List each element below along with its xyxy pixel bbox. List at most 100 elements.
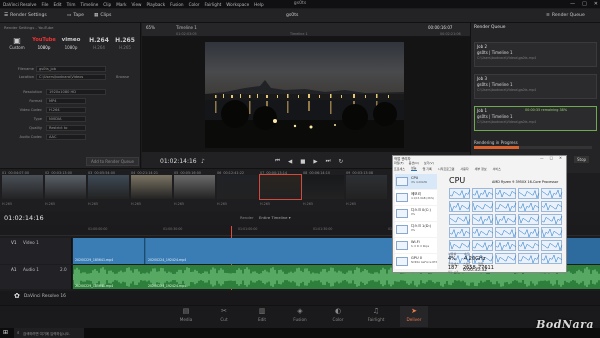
render-job[interactable]: Job 2 gs0ts | Timeline 1 C:\Users\bodnar… — [474, 42, 597, 67]
loop-icon[interactable]: ↻ — [339, 159, 344, 165]
performance-item[interactable]: 디스크 0(C:) 0% — [395, 206, 437, 221]
preset-h264[interactable]: H.264 H.264 — [86, 36, 112, 58]
render-settings-button[interactable]: ☰ Render Settings — [4, 11, 47, 20]
clip-thumbnail[interactable] — [88, 175, 129, 199]
play-reverse-icon[interactable]: ◀ — [288, 159, 292, 165]
cpu-core-graph — [472, 227, 494, 238]
add-to-render-queue-button[interactable]: Add to Render Queue — [86, 157, 139, 166]
menu-item[interactable]: File — [41, 2, 48, 7]
tab-cut[interactable]: ✂ Cut — [210, 306, 238, 327]
menu-item[interactable]: 파일(F) — [394, 161, 404, 165]
tab-services[interactable]: 서비스 — [493, 167, 501, 171]
field-label: Type — [33, 117, 42, 121]
menu-item[interactable]: DaVinci Resolve — [3, 2, 36, 7]
performance-item[interactable]: CPU 4% 4.20GHz — [395, 174, 437, 189]
minimize-button[interactable]: — — [570, 1, 575, 7]
performance-item[interactable]: GPU 0NVIDIA GeForce RTX 3% (45°C) — [395, 254, 437, 269]
tab-performance[interactable]: 성능 — [411, 166, 417, 171]
filename-input[interactable]: gs0ts_job — [36, 66, 106, 72]
menu-item[interactable]: Color — [189, 2, 200, 7]
codec-select[interactable]: H.264 — [46, 107, 86, 113]
stop-icon[interactable]: ■ — [300, 159, 305, 165]
location-input[interactable]: C:\Users\bodnara\Videos — [36, 74, 106, 80]
clip-thumbnail[interactable] — [2, 175, 43, 199]
preset-youtube[interactable]: YouTube 1080p — [31, 36, 57, 58]
preset-h265[interactable]: H.265 H.265 — [112, 36, 138, 58]
cpu-core-graph — [541, 201, 563, 212]
tab-media[interactable]: ▤ Media — [172, 306, 200, 327]
clip-thumbnail[interactable] — [45, 175, 86, 199]
source-select[interactable]: Timeline 1 — [176, 25, 197, 30]
close-button[interactable]: ✕ — [594, 1, 598, 7]
menu-item[interactable]: Workspace — [226, 2, 249, 7]
cpu-model: AMD Ryzen 9 3950X 16-Core Processor — [492, 180, 559, 184]
quality-select[interactable]: Restrict to — [46, 125, 86, 131]
track-badge: A1 — [11, 267, 17, 272]
preset-vimeo[interactable]: vimeo 1080p — [58, 36, 84, 58]
skip-forward-icon[interactable]: ⏭ — [326, 158, 331, 165]
clip-thumbnail[interactable] — [303, 175, 344, 199]
clip-thumbnail[interactable] — [131, 175, 172, 199]
clip-thumbnail[interactable] — [174, 175, 215, 199]
cpu-core-graph — [518, 214, 540, 225]
menu-item[interactable]: Playback — [146, 2, 165, 7]
encoder-select[interactable]: NVIDIA — [46, 116, 86, 122]
menu-item[interactable]: Fusion — [170, 2, 183, 7]
tab-app-history[interactable]: 앱 기록 — [423, 167, 432, 171]
preset-custom[interactable]: ▣ Custom — [4, 36, 30, 58]
performance-item[interactable]: 디스크 1(D:) 0% — [395, 222, 437, 237]
menu-item[interactable]: Clip — [103, 2, 111, 7]
menu-item[interactable]: Trim — [67, 2, 76, 7]
zoom-select[interactable]: 65% — [146, 25, 155, 30]
tab-users[interactable]: 사용자 — [460, 167, 468, 171]
clip-thumbnail[interactable] — [346, 175, 387, 199]
volume-icon[interactable]: ♪ — [201, 158, 205, 165]
tab-fusion[interactable]: ◈ Fusion — [286, 306, 314, 327]
play-icon[interactable]: ▶ — [313, 159, 317, 165]
audio-codec-select[interactable]: AAC — [46, 134, 86, 140]
menu-item[interactable]: 옵션(O) — [409, 161, 419, 165]
maximize-button[interactable]: □ — [550, 156, 553, 160]
davinci-logo-icon: ✿ — [14, 292, 20, 300]
tab-processes[interactable]: 프로세스 — [394, 167, 405, 171]
tab-details[interactable]: 세부 정보 — [475, 167, 487, 171]
menu-item[interactable]: Fairlight — [205, 2, 222, 7]
minimize-button[interactable]: — — [540, 156, 544, 160]
format-select[interactable]: MP4 — [46, 98, 86, 104]
cpu-core-graph — [472, 188, 494, 199]
browse-button[interactable]: Browse — [116, 75, 129, 79]
menu-item[interactable]: Edit — [53, 2, 61, 7]
video-clip[interactable]: 20200229_185641.mp4 — [73, 238, 145, 264]
media-page-icon: ▤ — [182, 307, 190, 315]
cpu-core-graph — [541, 227, 563, 238]
tab-color[interactable]: ◐ Color — [324, 306, 352, 327]
tab-startup[interactable]: 시작프로그램 — [438, 167, 455, 171]
menu-item[interactable]: View — [132, 2, 142, 7]
tape-button[interactable]: ▭ Tape — [67, 11, 84, 20]
render-range-select[interactable]: Entire Timeline ▾ — [259, 215, 291, 220]
render-queue-toggle[interactable]: ≡ Render Queue — [546, 11, 585, 20]
clips-button[interactable]: ▦ Clips — [94, 11, 111, 20]
close-button[interactable]: ✕ — [559, 156, 562, 160]
tab-edit[interactable]: ▥ Edit — [248, 306, 276, 327]
performance-item[interactable]: 메모리 4.1/15.9GB (26%) — [395, 190, 437, 205]
resolution-select[interactable]: 1920x1080 HD — [46, 89, 106, 95]
clip-thumbnail[interactable] — [217, 175, 258, 199]
stop-render-button[interactable]: Stop — [574, 156, 590, 163]
tab-deliver[interactable]: ➤ Deliver — [400, 306, 428, 327]
performance-item[interactable]: Wi-Fi S: 0 R: 0 Kbps — [395, 238, 437, 253]
menu-item[interactable]: 보기(V) — [424, 161, 434, 165]
duration-timecode: 00:00:16:07 — [428, 25, 453, 30]
ruler-tick-label: 01:00:30:00 — [163, 227, 183, 231]
menu-item[interactable]: Timeline — [80, 2, 98, 7]
render-job[interactable]: Job 3 gs0ts | Timeline 1 C:\Users\bodnar… — [474, 74, 597, 99]
tape-icon: ▭ — [67, 13, 72, 18]
clip-thumbnail[interactable] — [259, 174, 302, 200]
menu-item[interactable]: Mark — [116, 2, 126, 7]
maximize-button[interactable]: □ — [582, 1, 587, 7]
taskbar-search[interactable]: 검색하려면 여기에 입력하십시오. — [14, 328, 84, 338]
cpu-core-graph — [541, 240, 563, 251]
skip-back-icon[interactable]: ⏮ — [275, 158, 280, 165]
tab-fairlight[interactable]: ♫ Fairlight — [362, 306, 390, 327]
windows-start-icon[interactable]: ⊞ — [3, 329, 8, 336]
